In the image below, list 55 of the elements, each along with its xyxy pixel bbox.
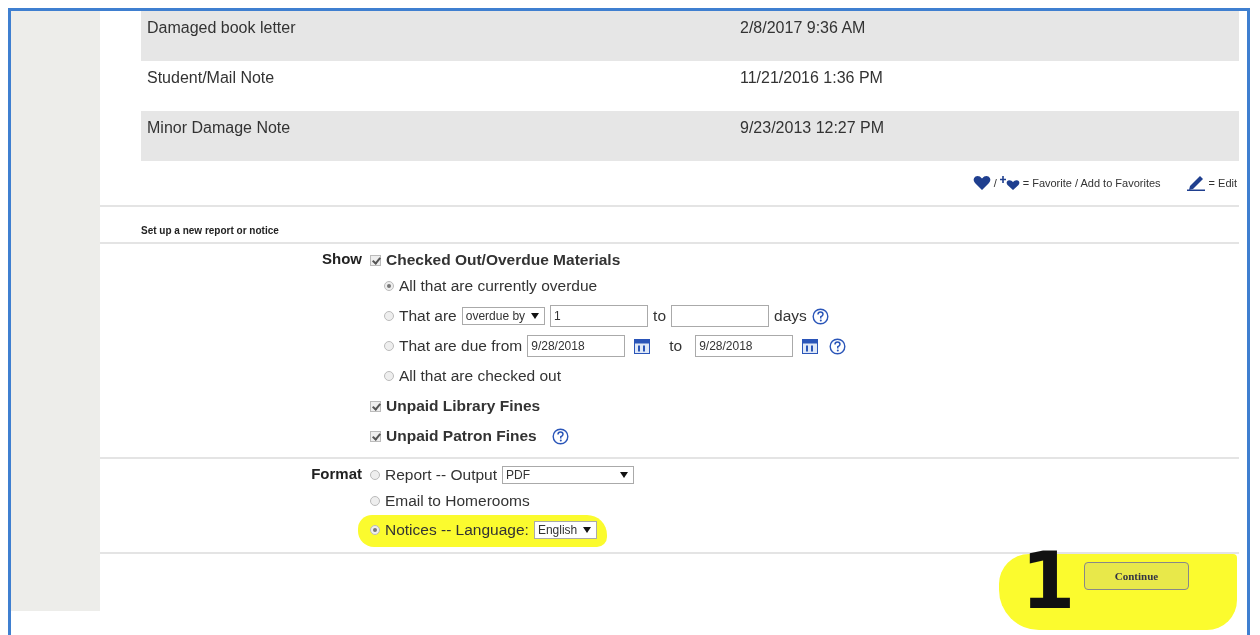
option-label: Notices -- Language:	[385, 521, 529, 539]
checkbox-label: Unpaid Patron Fines	[386, 427, 537, 445]
note-name: Student/Mail Note	[147, 69, 276, 88]
legend-separator: /	[993, 177, 997, 189]
heart-icon	[972, 175, 991, 191]
radio-button[interactable]	[370, 496, 380, 506]
checkbox-label: Unpaid Library Fines	[386, 397, 541, 415]
pencil-icon	[1185, 175, 1206, 191]
help-icon[interactable]	[551, 427, 569, 445]
legend-text: = Edit	[1208, 177, 1237, 189]
option-label: That are due from	[399, 337, 523, 355]
help-icon[interactable]	[811, 307, 829, 325]
option-label: All that are currently overdue	[399, 277, 598, 295]
table-row[interactable]: Damaged book letter 2/8/2017 9:36 AM	[141, 11, 1239, 61]
plus-heart-icon	[999, 175, 1020, 191]
option-label: All that are checked out	[399, 367, 561, 385]
note-name: Minor Damage Note	[147, 119, 292, 138]
section-title: Set up a new report or notice	[100, 207, 1239, 244]
radio-button[interactable]	[384, 281, 394, 291]
radio-button[interactable]	[384, 341, 394, 351]
option-label: to	[669, 337, 683, 355]
checkbox[interactable]	[370, 430, 381, 442]
input-field[interactable]: 1	[550, 305, 649, 327]
checkbox[interactable]	[370, 254, 381, 266]
radio-button[interactable]	[384, 311, 394, 321]
calendar-icon[interactable]	[634, 338, 651, 354]
field-label: Show	[321, 249, 362, 269]
input-field[interactable]	[671, 305, 770, 327]
note-date: 9/23/2013 12:27 PM	[740, 119, 886, 138]
note-date: 2/8/2017 9:36 AM	[740, 19, 867, 38]
continue-button[interactable]: Continue	[1084, 562, 1189, 590]
field-label: Format	[310, 464, 362, 484]
dropdown[interactable]: PDF	[502, 466, 634, 484]
note-date: 11/21/2016 1:36 PM	[740, 69, 884, 88]
input-field[interactable]: 9/28/2018	[527, 335, 626, 357]
checkbox[interactable]	[370, 400, 381, 412]
option-label: Report -- Output	[385, 466, 497, 484]
dropdown[interactable]: overdue by	[461, 307, 546, 325]
option-label: days	[774, 307, 807, 325]
legend-text: = Favorite / Add to Favorites	[1022, 177, 1161, 189]
radio-button[interactable]	[370, 525, 380, 535]
radio-button[interactable]	[370, 470, 380, 480]
checkbox-label: Checked Out/Overdue Materials	[386, 251, 621, 269]
input-field[interactable]: 9/28/2018	[695, 335, 794, 357]
option-label: to	[653, 307, 667, 325]
calendar-icon[interactable]	[802, 338, 819, 354]
note-name: Damaged book letter	[147, 19, 297, 38]
option-label: Email to Homerooms	[385, 492, 530, 510]
dropdown[interactable]: English	[533, 521, 598, 539]
option-label: That are	[399, 307, 457, 325]
handwritten-number: 1	[1021, 542, 1076, 620]
table-row[interactable]: Student/Mail Note 11/21/2016 1:36 PM	[141, 61, 1239, 111]
help-icon[interactable]	[829, 337, 847, 355]
radio-button[interactable]	[384, 371, 394, 381]
table-row[interactable]: Minor Damage Note 9/23/2013 12:27 PM	[141, 111, 1239, 161]
